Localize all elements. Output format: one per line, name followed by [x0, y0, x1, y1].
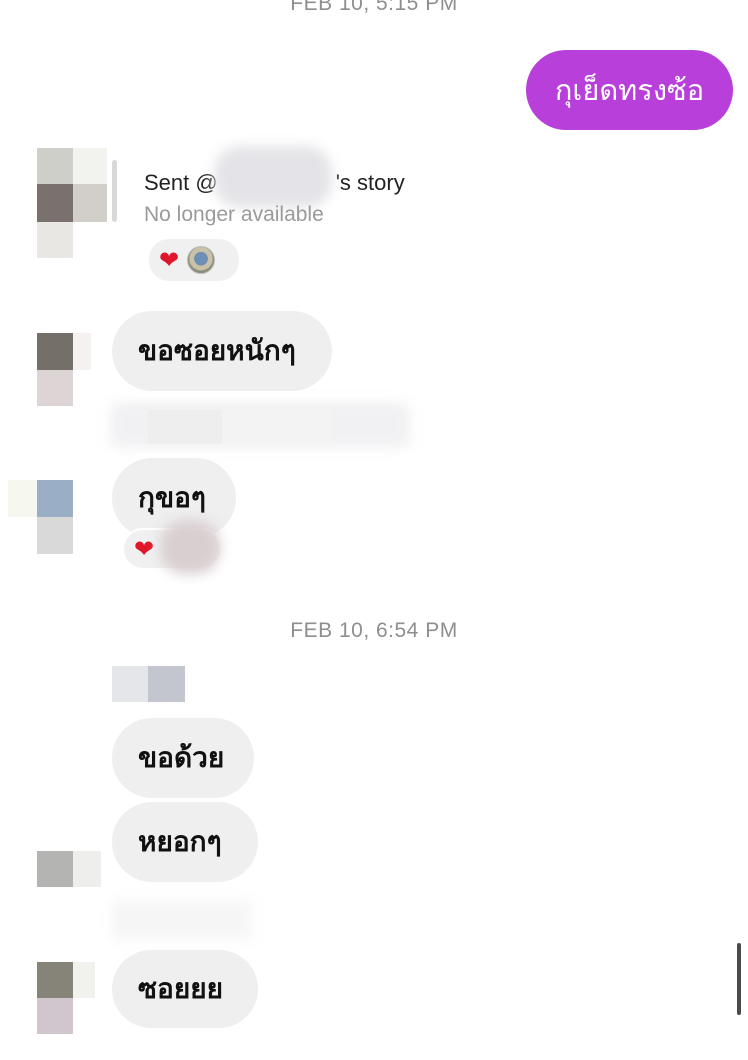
- incoming-message-bubble[interactable]: ขอซอยหนักๆ: [112, 311, 332, 391]
- incoming-message-text: กุขอๆ: [138, 481, 206, 514]
- incoming-message-text: หยอกๆ: [138, 825, 222, 858]
- incoming-message-text: ขอซอยหนักๆ: [138, 334, 296, 367]
- heart-icon: ❤: [134, 535, 155, 563]
- redacted-reactor-avatar: [160, 520, 220, 574]
- incoming-message-text: ขอด้วย: [138, 741, 225, 774]
- redacted-username: [214, 146, 332, 208]
- story-reply-bar: [112, 160, 117, 222]
- timestamp-top: FEB 10, 5:15 PM: [290, 0, 458, 15]
- outgoing-message-text: กุเย็ดทรงซ้อ: [554, 73, 705, 107]
- story-sent-prefix: Sent @: [144, 170, 218, 195]
- story-reactions[interactable]: ❤: [147, 237, 241, 283]
- incoming-message-text: ซอยยย: [138, 972, 224, 1005]
- redacted-content: [148, 410, 222, 444]
- timestamp: FEB 10, 6:54 PM: [290, 619, 458, 642]
- outgoing-message-bubble[interactable]: กุเย็ดทรงซ้อ: [526, 50, 733, 130]
- scrollbar[interactable]: [737, 943, 741, 1015]
- story-sent-suffix: 's story: [335, 170, 405, 195]
- incoming-message-bubble[interactable]: หยอกๆ: [112, 802, 258, 882]
- incoming-message-bubble[interactable]: ซอยยย: [112, 950, 258, 1028]
- redacted-content: [112, 900, 252, 940]
- story-status-label: No longer available: [144, 203, 324, 226]
- redacted-content: [222, 410, 332, 444]
- heart-icon: ❤: [159, 246, 180, 274]
- reactor-avatar-icon: [187, 246, 216, 274]
- incoming-message-bubble[interactable]: ขอด้วย: [112, 718, 254, 798]
